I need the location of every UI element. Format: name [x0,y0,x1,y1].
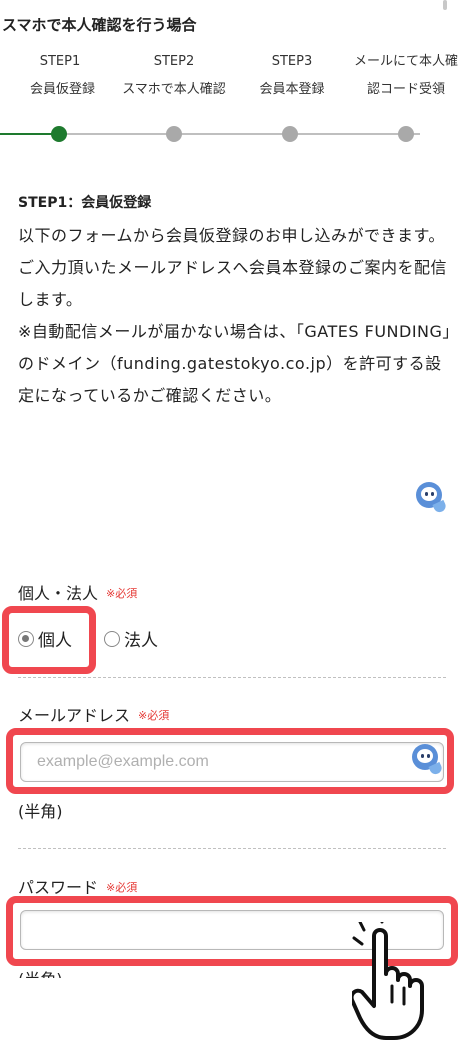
step-labels: STEP1 会員仮登録 STEP2 スマホで本人確認 STEP3 会員本登録 メ… [0,48,466,98]
email-hint: (半角) [18,802,63,821]
intro-paragraph-2: ご入力頂いたメールアドレスへ会員本登録のご案内を配信します。 [18,258,448,309]
chat-assistant-icon[interactable] [412,480,448,515]
intro-paragraph-1: 以下のフォームから会員仮登録のお申し込みができます。 [18,226,445,245]
step-2-label: スマホで本人確認 [122,82,226,97]
radio-corporation[interactable]: 法人 [104,626,158,651]
type-field-label: 個人・法人 ※必須 [18,580,137,604]
radio-corporation-circle[interactable] [104,630,120,647]
password-hint: (半角) [18,966,63,978]
step-2: STEP2 スマホで本人確認 [116,48,232,104]
section-title: スマホで本人確認を行う場合 [2,16,197,34]
required-badge: ※必須 [138,709,170,722]
progress-track-remaining [60,133,420,135]
progress-dot-step-4 [398,126,414,142]
password-field-label: パスワード ※必須 [18,874,137,898]
step-4-number: メールにて本人確 [353,54,458,69]
required-badge: ※必須 [106,587,138,600]
intro-heading: STEP1：会員仮登録 [18,195,152,211]
step-1-label: 会員仮登録 [30,82,96,97]
intro-section: STEP1：会員仮登録 以下のフォームから会員仮登録のお申し込みができます。 ご… [18,192,458,412]
step-3-label: 会員本登録 [259,82,325,97]
highlight-individual-radio [2,606,96,674]
step-3-number: STEP3 [271,54,313,69]
intro-paragraph-3: ※自動配信メールが届かない場合は、「GATES FUNDING」のドメイン（fu… [18,322,451,405]
password-field-label-text: パスワード [18,878,99,897]
tap-hand-pointer-icon [352,922,424,1040]
divider [18,848,446,849]
step-1: STEP1 会員仮登録 [30,48,96,104]
scrollbar[interactable] [443,0,447,10]
step-4: メールにて本人確 認コード受領 [346,48,466,104]
type-field-label-text: 個人・法人 [18,584,99,603]
step-4-label: 認コード受領 [366,82,445,97]
required-badge: ※必須 [106,881,138,894]
step-3: STEP3 会員本登録 [250,48,334,104]
email-field-label-text: メールアドレス [18,706,131,725]
email-field-label: メールアドレス ※必須 [18,702,169,726]
step-1-number: STEP1 [39,54,81,69]
highlight-email-input [6,728,454,794]
progress-dot-step-1 [51,126,67,142]
progress-dot-step-3 [282,126,298,142]
radio-corporation-label: 法人 [124,631,158,651]
divider [18,677,446,678]
progress-dot-step-2 [166,126,182,142]
step-progress-bar [0,122,466,146]
step-2-number: STEP2 [153,54,195,69]
